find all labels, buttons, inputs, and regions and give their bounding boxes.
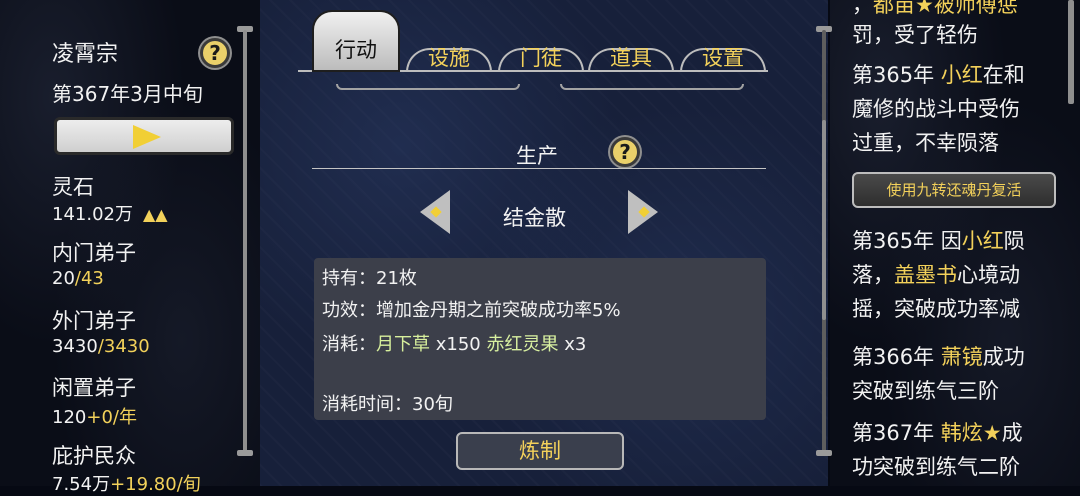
- log-entry-2-line3: 摇，突破成功率减: [852, 297, 1020, 321]
- stat-value-idle: 120+0/年: [52, 407, 137, 428]
- log-entry-2-line2: 落，盖墨书心境动: [852, 263, 1020, 287]
- log-entry-1-line2: 魔修的战斗中受伤: [852, 97, 1020, 121]
- tab-action[interactable]: 行动: [312, 34, 400, 64]
- tab-underline-right: [560, 84, 744, 90]
- time-line: 消耗时间：30旬: [322, 394, 453, 415]
- trend-up-icon: ▲▲: [142, 205, 168, 224]
- stat-value-protected: 7.54万+19.80/旬: [52, 474, 201, 495]
- log-entry-4-line2: 功突破到练气二阶: [852, 455, 1020, 479]
- play-button[interactable]: [54, 117, 234, 155]
- log-line-1: 罚，受了轻伤: [852, 23, 978, 47]
- effect-line: 功效：增加金丹期之前突破成功率5%: [322, 300, 621, 321]
- stat-value-inner: 20/43: [52, 268, 104, 289]
- production-divider: [312, 168, 766, 169]
- log-entry-1: 第365年 小红在和: [852, 63, 1025, 87]
- craft-button[interactable]: 炼制: [456, 432, 624, 470]
- log-entry-2: 第365年 因小红陨: [852, 229, 1025, 253]
- tab-items[interactable]: 道具: [588, 40, 674, 72]
- stat-label-spirit-stone: 灵石: [52, 175, 94, 199]
- log-entry-1-line3: 过重，不幸陨落: [852, 131, 999, 155]
- item-name: 结金散: [503, 206, 566, 230]
- stat-label-idle: 闲置弟子: [52, 376, 136, 400]
- sect-name: 凌霄宗: [52, 42, 119, 67]
- stat-value-spirit-stone: 141.02万 ▲▲: [52, 204, 168, 225]
- tab-underline-left: [336, 84, 520, 90]
- tab-facilities[interactable]: 设施: [406, 40, 492, 72]
- stat-label-outer: 外门弟子: [52, 309, 136, 333]
- tab-settings[interactable]: 设置: [680, 40, 766, 72]
- help-icon[interactable]: ?: [200, 38, 230, 68]
- stat-label-inner: 内门弟子: [52, 241, 136, 265]
- cost-line: 消耗：月下草 x150 赤红灵果 x3: [322, 334, 587, 355]
- left-scrollbar-bottom: [237, 450, 253, 456]
- mid-scrollbar-bottom: [816, 450, 832, 456]
- left-scrollbar[interactable]: [243, 30, 247, 454]
- log-entry-3-line2: 突破到练气三阶: [852, 379, 999, 403]
- production-help-icon[interactable]: ?: [610, 137, 640, 167]
- tab-disciples[interactable]: 门徒: [498, 40, 584, 72]
- log-entry-4: 第367年 韩炫★成: [852, 421, 1023, 445]
- right-scrollbar[interactable]: [1068, 0, 1074, 104]
- game-date: 第367年3月中旬: [52, 82, 203, 106]
- revive-button[interactable]: 使用九转还魂丹复活: [852, 172, 1056, 208]
- held-line: 持有：21枚: [322, 268, 417, 289]
- production-title: 生产: [516, 144, 558, 168]
- log-entry-3: 第366年 萧镜成功: [852, 345, 1025, 369]
- stat-label-protected: 庇护民众: [52, 444, 136, 468]
- item-info-box: 持有：21枚 功效：增加金丹期之前突破成功率5% 消耗：月下草 x150 赤红灵…: [314, 258, 766, 420]
- stat-value-outer: 3430/3430: [52, 336, 150, 357]
- mid-scrollbar-thumb[interactable]: [822, 120, 826, 320]
- play-icon: [133, 125, 161, 149]
